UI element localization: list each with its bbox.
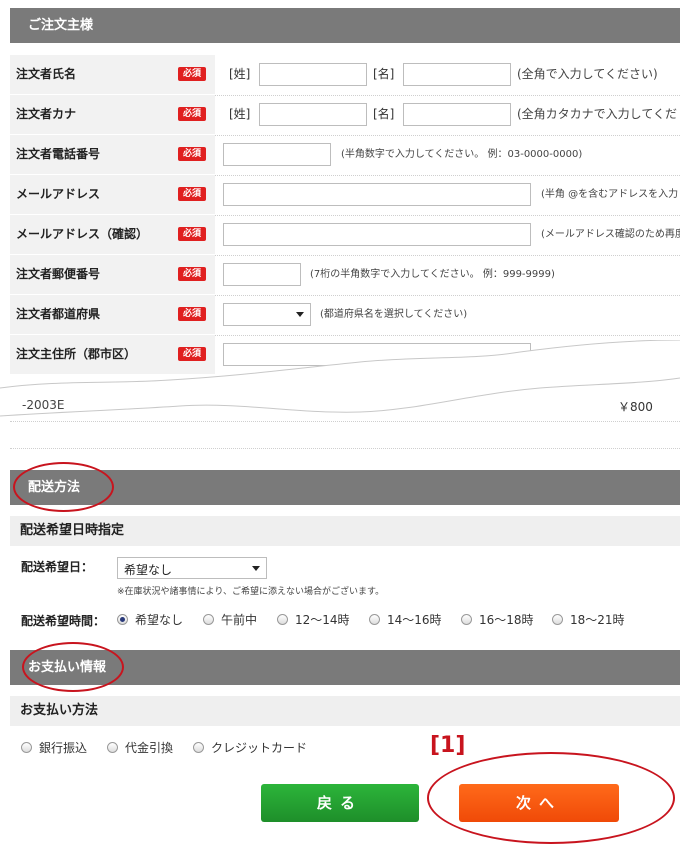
annotation-highlight-shipping [13,462,114,512]
required-badge: 必須 [178,227,206,241]
delivery-time-radio-12-14[interactable] [277,614,288,625]
form-row-email: メールアドレス 必須 (半角 @を含むアドレスを入力し [10,175,680,216]
payment-subheader: お支払い方法 [10,696,680,726]
email-confirm-input[interactable] [223,223,531,246]
sei-tag: [姓] [229,107,251,121]
required-badge: 必須 [178,67,206,81]
form-row-postal: 注文者郵便番号 必須 (7桁の半角数字で入力してください。 例：999-9999… [10,255,680,296]
form-row-prefecture: 注文者都道府県 必須 (都道府県名を選択してください) [10,295,680,336]
delivery-time-radio-14-16[interactable] [369,614,380,625]
prefecture-select[interactable] [223,303,311,326]
form-row-kana: 注文者カナ 必須 [姓] [名] (全角カタカナで入力してくだ [10,95,680,136]
name-hint: (全角で入力してください) [517,67,658,81]
delivery-date-label: 配送希望日： [21,560,94,574]
email-confirm-hint: (メールアドレス確認のため再度 [541,229,680,240]
delivery-time-option: 12〜14時 [295,613,350,627]
shipping-subheader: 配送希望日時指定 [10,516,680,546]
required-badge: 必須 [178,147,206,161]
email-hint: (半角 @を含むアドレスを入力し [541,189,680,200]
payment-option: クレジットカード [211,741,308,755]
payment-radio-card[interactable] [193,742,204,753]
prefecture-hint: (都道府県名を選択してください) [320,309,468,320]
delivery-time-radio-18-21[interactable] [552,614,563,625]
cart-item-price: ￥800 [618,400,653,414]
required-badge: 必須 [178,307,206,321]
first-name-kana-input[interactable] [403,103,511,126]
payment-option: 銀行振込 [39,741,88,755]
delivery-date-value: 希望なし [124,563,173,577]
annotation-highlight-payment [22,642,124,692]
chevron-down-icon [296,312,304,317]
required-badge: 必須 [178,267,206,281]
delivery-date-note: ※在庫状況や諸事情により、ご希望に添えない場合がございます。 [117,587,385,597]
payment-radio-bank[interactable] [21,742,32,753]
page-break-wave [0,340,680,417]
kana-hint: (全角カタカナで入力してくだ [517,107,677,121]
delivery-time-option: 14〜16時 [387,613,442,627]
delivery-time-radio-none[interactable] [117,614,128,625]
required-badge: 必須 [178,107,206,121]
delivery-time-label: 配送希望時間： [21,614,106,628]
back-button[interactable]: 戻る [261,784,419,822]
phone-input[interactable] [223,143,331,166]
last-name-input[interactable] [259,63,367,86]
delivery-date-select[interactable]: 希望なし [117,557,267,579]
email-input[interactable] [223,183,531,206]
required-badge: 必須 [178,187,206,201]
form-row-phone: 注文者電話番号 必須 (半角数字で入力してください。 例：03-0000-000… [10,135,680,176]
payment-radio-cod[interactable] [107,742,118,753]
first-name-input[interactable] [403,63,511,86]
postal-input[interactable] [223,263,301,286]
annotation-marker: [1] [430,733,466,758]
delivery-time-option: 16〜18時 [479,613,534,627]
postal-hint: (7桁の半角数字で入力してください。 例：999-9999) [310,269,555,280]
form-row-email-confirm: メールアドレス（確認） 必須 (メールアドレス確認のため再度 [10,215,680,256]
delivery-time-radio-16-18[interactable] [461,614,472,625]
sei-tag: [姓] [229,67,251,81]
divider [10,448,680,449]
annotation-highlight-next [427,752,675,844]
delivery-time-option: 午前中 [221,613,258,627]
payment-option: 代金引換 [125,741,174,755]
last-name-kana-input[interactable] [259,103,367,126]
delivery-time-option: 18〜21時 [570,613,625,627]
orderer-section-title: ご注文主様 [28,18,94,33]
phone-hint: (半角数字で入力してください。 例：03-0000-0000) [341,149,583,160]
chevron-down-icon [252,566,260,571]
mei-tag: [名] [373,67,395,81]
delivery-time-option: 希望なし [135,613,184,627]
delivery-time-radio-morning[interactable] [203,614,214,625]
mei-tag: [名] [373,107,395,121]
orderer-section-header: ご注文主様 [10,8,680,43]
divider [10,421,680,422]
cart-item-code: -2003E [22,398,65,412]
form-row-name: 注文者氏名 必須 [姓] [名] (全角で入力してください) [10,55,680,96]
